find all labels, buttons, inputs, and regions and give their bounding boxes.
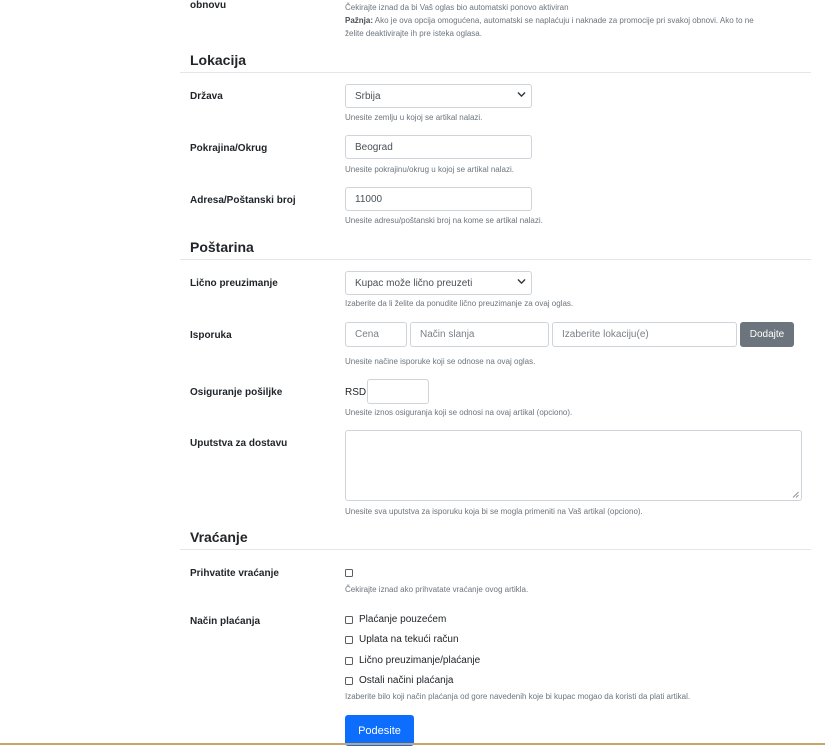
accept-returns-label: Prihvatite vraćanje (190, 568, 279, 579)
instructions-label: Uputstva za dostavu (190, 438, 288, 449)
payment-option-checkbox[interactable] (345, 615, 353, 624)
address-input-value: 11000 (355, 193, 383, 205)
region-label: Pokrajina/Okrug (190, 143, 268, 154)
country-label: Država (190, 91, 223, 102)
renewal-help-line1: Čekirajte iznad da bi Vaš oglas bio auto… (345, 3, 569, 12)
add-delivery-button[interactable]: Dodajte (740, 322, 794, 347)
chevron-down-icon (517, 279, 526, 284)
resize-grip-icon[interactable] (792, 491, 799, 498)
delivery-method-placeholder: Način slanja (420, 329, 475, 340)
payment-option-checkbox[interactable] (345, 676, 353, 685)
renewal-warning: Pažnja: Ako je ova opcija omogućena, aut… (345, 16, 754, 25)
address-help: Unesite adresu/poštanski broj na kome se… (345, 216, 543, 225)
delivery-price-placeholder: Cena (355, 329, 379, 340)
delivery-help: Unesite načine isporuke koji se odnose n… (345, 357, 536, 366)
delivery-price-input[interactable]: Cena (345, 322, 407, 347)
insurance-help: Unesite iznos osiguranja koji se odnosi … (345, 408, 573, 417)
insurance-input[interactable] (367, 379, 429, 404)
pickup-select-value: Kupac može lično preuzeti (355, 277, 473, 289)
delivery-method-input[interactable]: Način slanja (410, 322, 549, 347)
insurance-label: Osiguranje pošiljke (190, 387, 283, 398)
renewal-warning-strong: Pažnja: (345, 16, 374, 25)
section-divider (180, 259, 811, 260)
payment-help: Izaberite bilo koji način plaćanja od go… (345, 692, 691, 701)
country-select-value: Srbija (355, 90, 381, 102)
payment-option[interactable]: Uplata na tekući račun (345, 634, 459, 645)
payment-option-label: Uplata na tekući račun (359, 634, 459, 645)
renewal-warning-text: Ako je ova opcija omogućena, automatski … (373, 16, 754, 25)
payment-option[interactable]: Lično preuzimanje/plaćanje (345, 655, 480, 666)
payment-option-label: Lično preuzimanje/plaćanje (359, 655, 481, 666)
delivery-locations-placeholder: Izaberite lokaciju(e) (562, 329, 649, 340)
address-input[interactable]: 11000 (345, 187, 532, 211)
insurance-currency: RSD (345, 387, 367, 398)
payment-option[interactable]: Plaćanje pouzećem (345, 614, 446, 625)
pickup-select[interactable]: Kupac može lično preuzeti (345, 271, 532, 295)
country-select[interactable]: Srbija (345, 84, 532, 108)
pickup-label: Lično preuzimanje (190, 278, 278, 289)
instructions-help: Unesite sva uputstva za isporuku koja bi… (345, 507, 643, 516)
section-title-returns: Vraćanje (190, 529, 248, 545)
address-label: Adresa/Poštanski broj (190, 195, 296, 206)
region-input-value: Beograd (355, 141, 393, 153)
chevron-down-icon (517, 92, 526, 97)
renewal-help-line3: želite deaktivirajte ih pre isteka oglas… (345, 29, 482, 38)
payment-option-label: Ostali načini plaćanja (359, 675, 454, 686)
region-input[interactable]: Beograd (345, 135, 532, 159)
section-title-location: Lokacija (190, 52, 247, 68)
payment-label: Način plaćanja (190, 616, 261, 627)
renewal-label: obnovu (190, 0, 227, 11)
pickup-help: Izaberite da li želite da ponudite lično… (345, 299, 574, 308)
instructions-textarea[interactable] (345, 430, 802, 501)
payment-option-label: Plaćanje pouzećem (359, 614, 447, 625)
delivery-label: Isporuka (190, 330, 232, 341)
country-help: Unesite zemlju u kojoj se artikal nalazi… (345, 113, 483, 122)
delivery-locations-input[interactable]: Izaberite lokaciju(e) (552, 322, 737, 347)
section-divider (180, 549, 811, 550)
accept-returns-help: Čekirajte iznad ako prihvatate vraćanje … (345, 585, 529, 594)
region-help: Unesite pokrajinu/okrug u kojoj se artik… (345, 165, 514, 174)
payment-option[interactable]: Ostali načini plaćanja (345, 675, 454, 686)
submit-button[interactable]: Podesite (345, 715, 414, 746)
payment-option-checkbox[interactable] (345, 635, 353, 644)
section-divider (180, 72, 811, 73)
accept-returns-checkbox[interactable] (345, 569, 353, 577)
payment-option-checkbox[interactable] (345, 656, 353, 665)
section-title-shipping: Poštarina (190, 239, 254, 255)
